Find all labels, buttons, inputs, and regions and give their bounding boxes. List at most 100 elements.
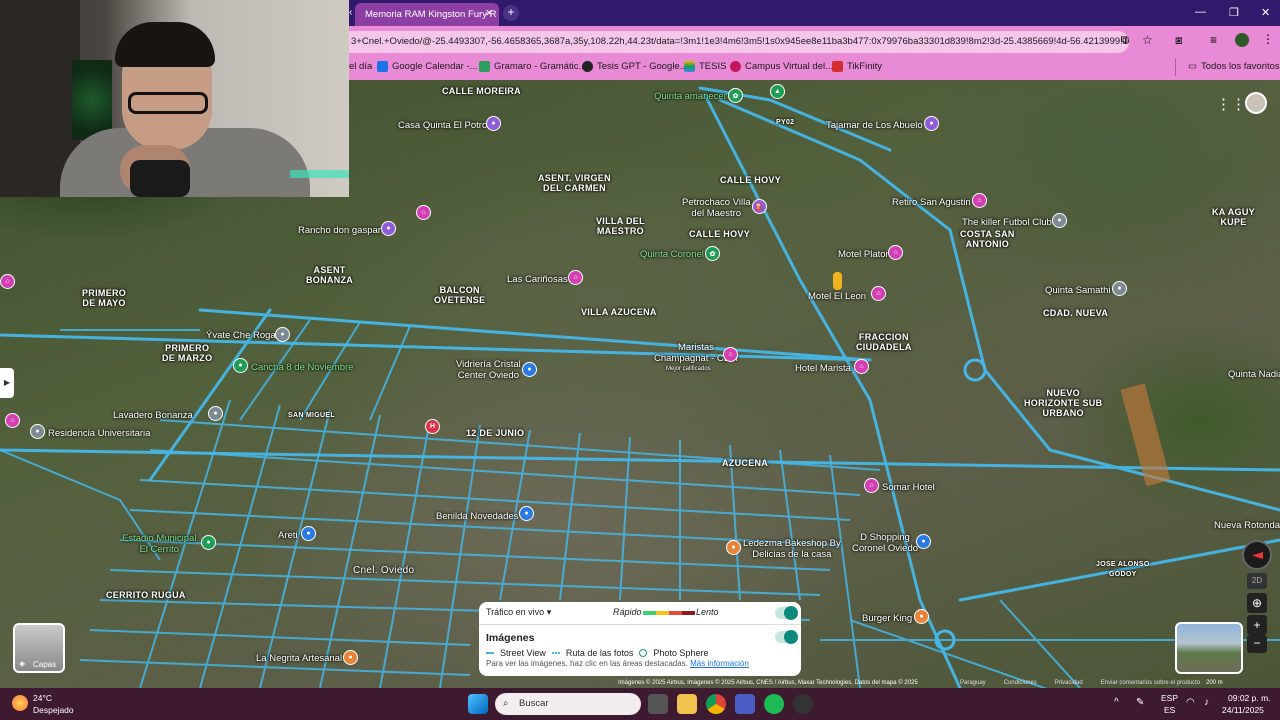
tab-scroll-icon[interactable]: ‹: [349, 7, 352, 18]
collapse-panel-button[interactable]: ▶: [0, 368, 14, 398]
poi-label[interactable]: Tajamar de Los Abuelo: [826, 120, 923, 131]
poi-label[interactable]: Areti: [278, 530, 298, 541]
shop-icon[interactable]: ●: [522, 362, 537, 377]
menu-icon[interactable]: ⋮: [1262, 32, 1274, 46]
poi-label[interactable]: Cancha 8 de Noviembre: [251, 362, 353, 373]
poi-label[interactable]: Motel El Leon: [808, 291, 866, 302]
new-tab-button[interactable]: +: [503, 5, 519, 21]
wifi-icon[interactable]: ◠: [1186, 697, 1195, 708]
compass-icon[interactable]: [1242, 540, 1272, 570]
place-icon[interactable]: ●: [1112, 281, 1127, 296]
chrome-icon[interactable]: [706, 694, 726, 714]
app-icon[interactable]: [735, 694, 755, 714]
poi-label[interactable]: Ývate Che Roga: [206, 330, 276, 341]
more-info-link[interactable]: Más información: [690, 659, 749, 668]
stadium-icon[interactable]: ●: [233, 358, 248, 373]
hotel-icon[interactable]: ⌂: [864, 478, 879, 493]
my-location-icon[interactable]: ⊕: [1247, 593, 1267, 613]
place-icon[interactable]: ●: [208, 406, 223, 421]
poi-label[interactable]: Quinta Coronel: [640, 249, 704, 260]
close-window-button[interactable]: ✕: [1261, 6, 1270, 19]
privacy-link[interactable]: Privacidad: [1055, 680, 1083, 686]
spotify-icon[interactable]: [764, 694, 784, 714]
volume-icon[interactable]: ♪: [1204, 697, 1209, 708]
poi-label[interactable]: Vidriería Cristal Center Oviedo: [456, 359, 521, 381]
hotel-icon[interactable]: ⌂: [0, 274, 15, 289]
bookmark-item[interactable]: el día: [349, 61, 372, 72]
poi-label[interactable]: Hotel Marista: [795, 363, 851, 374]
poi-label[interactable]: Quinta Nadia: [1228, 369, 1280, 380]
poi-label[interactable]: Estadio Municipal El Cerrito: [122, 533, 196, 555]
bookmark-item[interactable]: Google Calendar -...: [377, 61, 478, 72]
place-icon[interactable]: ●: [381, 221, 396, 236]
extensions-icon[interactable]: ⧆: [1175, 33, 1183, 48]
poi-label[interactable]: Petrochaco Villa del Maestro: [682, 197, 750, 219]
poi-label[interactable]: Nueva Rotonda: [1214, 520, 1280, 531]
place-icon[interactable]: ●: [486, 116, 501, 131]
feedback-link[interactable]: Enviar comentarios sobre el producto: [1101, 680, 1200, 686]
gas-station-icon[interactable]: ⛽: [752, 199, 767, 214]
poi-label[interactable]: The killer Futbol Club: [962, 217, 1052, 228]
app-icon[interactable]: [793, 694, 813, 714]
poi-label[interactable]: Rancho don gaspar: [298, 225, 381, 236]
images-toggle[interactable]: [775, 630, 798, 644]
zoom-out-button[interactable]: −: [1247, 635, 1267, 653]
all-bookmarks-folder[interactable]: ▭ Todos los favoritos: [1188, 61, 1280, 72]
traffic-toggle[interactable]: [775, 606, 798, 620]
bookmark-item[interactable]: TikFinity: [832, 61, 882, 72]
poi-label[interactable]: Retiro San Agustin: [892, 197, 971, 208]
url-input[interactable]: 3+Cnel.+Oviedo/@-25.4493307,-56.4658365,…: [349, 31, 1129, 53]
poi-label[interactable]: Quinta amanecer: [654, 91, 727, 102]
place-icon[interactable]: ●: [30, 424, 45, 439]
traffic-dropdown[interactable]: Tráfico en vivo ▾: [486, 607, 551, 618]
place-icon[interactable]: ●: [1052, 213, 1067, 228]
hotel-icon[interactable]: ⌂: [416, 205, 431, 220]
hotel-icon[interactable]: ⌂: [888, 245, 903, 260]
hotel-icon[interactable]: ⌂: [568, 270, 583, 285]
hotel-icon[interactable]: ⌂: [972, 193, 987, 208]
restaurant-icon[interactable]: ●: [343, 650, 358, 665]
file-explorer-icon[interactable]: [677, 694, 697, 714]
bookmark-item[interactable]: Tesis GPT - Google...: [582, 61, 688, 72]
windows-start-icon[interactable]: [468, 694, 488, 714]
park-icon[interactable]: ✿: [728, 88, 743, 103]
terms-link[interactable]: Condiciones: [1004, 680, 1037, 686]
poi-label[interactable]: Residencia Universitaria: [48, 428, 150, 439]
poi-label[interactable]: Ledezma Bakeshop By Delicias de la casa: [743, 538, 841, 560]
pen-icon[interactable]: ✎: [1136, 697, 1144, 708]
close-tab-icon[interactable]: ✕: [485, 8, 493, 19]
hotel-icon[interactable]: ⌂: [871, 286, 886, 301]
poi-label[interactable]: Casa Quinta El Potro: [398, 120, 487, 131]
minimize-button[interactable]: —: [1195, 6, 1206, 18]
bookmark-item[interactable]: Campus Virtual del...: [730, 61, 833, 72]
triangle-icon[interactable]: ▲: [770, 84, 785, 99]
stadium-icon[interactable]: ●: [201, 535, 216, 550]
cafe-icon[interactable]: ●: [726, 540, 741, 555]
poi-label[interactable]: D Shopping Coronel Oviedo: [852, 532, 918, 554]
shop-icon[interactable]: ●: [916, 534, 931, 549]
clock-time[interactable]: 09:02 p. m.: [1228, 693, 1271, 703]
poi-label[interactable]: Somar Hotel: [882, 482, 935, 493]
poi-label[interactable]: Quinta Samathi: [1045, 285, 1110, 296]
language-label[interactable]: ESP: [1161, 693, 1178, 703]
clock-date[interactable]: 24/11/2025: [1222, 705, 1264, 715]
pegman-icon[interactable]: [833, 272, 842, 290]
hotel-icon[interactable]: ⌂: [854, 359, 869, 374]
poi-label[interactable]: La Negrita Artesanal: [256, 653, 342, 664]
task-view-icon[interactable]: [648, 694, 668, 714]
layers-button[interactable]: ◈ Capas: [13, 623, 65, 673]
hotel-icon[interactable]: ⌂: [5, 413, 20, 428]
street-view-thumbnail[interactable]: [1175, 622, 1243, 674]
zoom-in-button[interactable]: +: [1247, 615, 1267, 635]
media-icon[interactable]: ≡: [1210, 33, 1217, 47]
poi-label[interactable]: Motel Platon: [838, 249, 891, 260]
bookmark-star-icon[interactable]: ☆: [1142, 33, 1153, 47]
weather-icon[interactable]: [12, 695, 28, 711]
restaurant-icon[interactable]: ●: [914, 609, 929, 624]
shop-icon[interactable]: ●: [301, 526, 316, 541]
maximize-button[interactable]: ❐: [1229, 6, 1239, 19]
bookmark-item[interactable]: TESIS: [684, 61, 726, 72]
browser-tab[interactable]: Memoria RAM Kingston Fury R ✕: [355, 3, 499, 26]
profile-avatar[interactable]: [1235, 33, 1249, 47]
hospital-icon[interactable]: H: [425, 419, 440, 434]
